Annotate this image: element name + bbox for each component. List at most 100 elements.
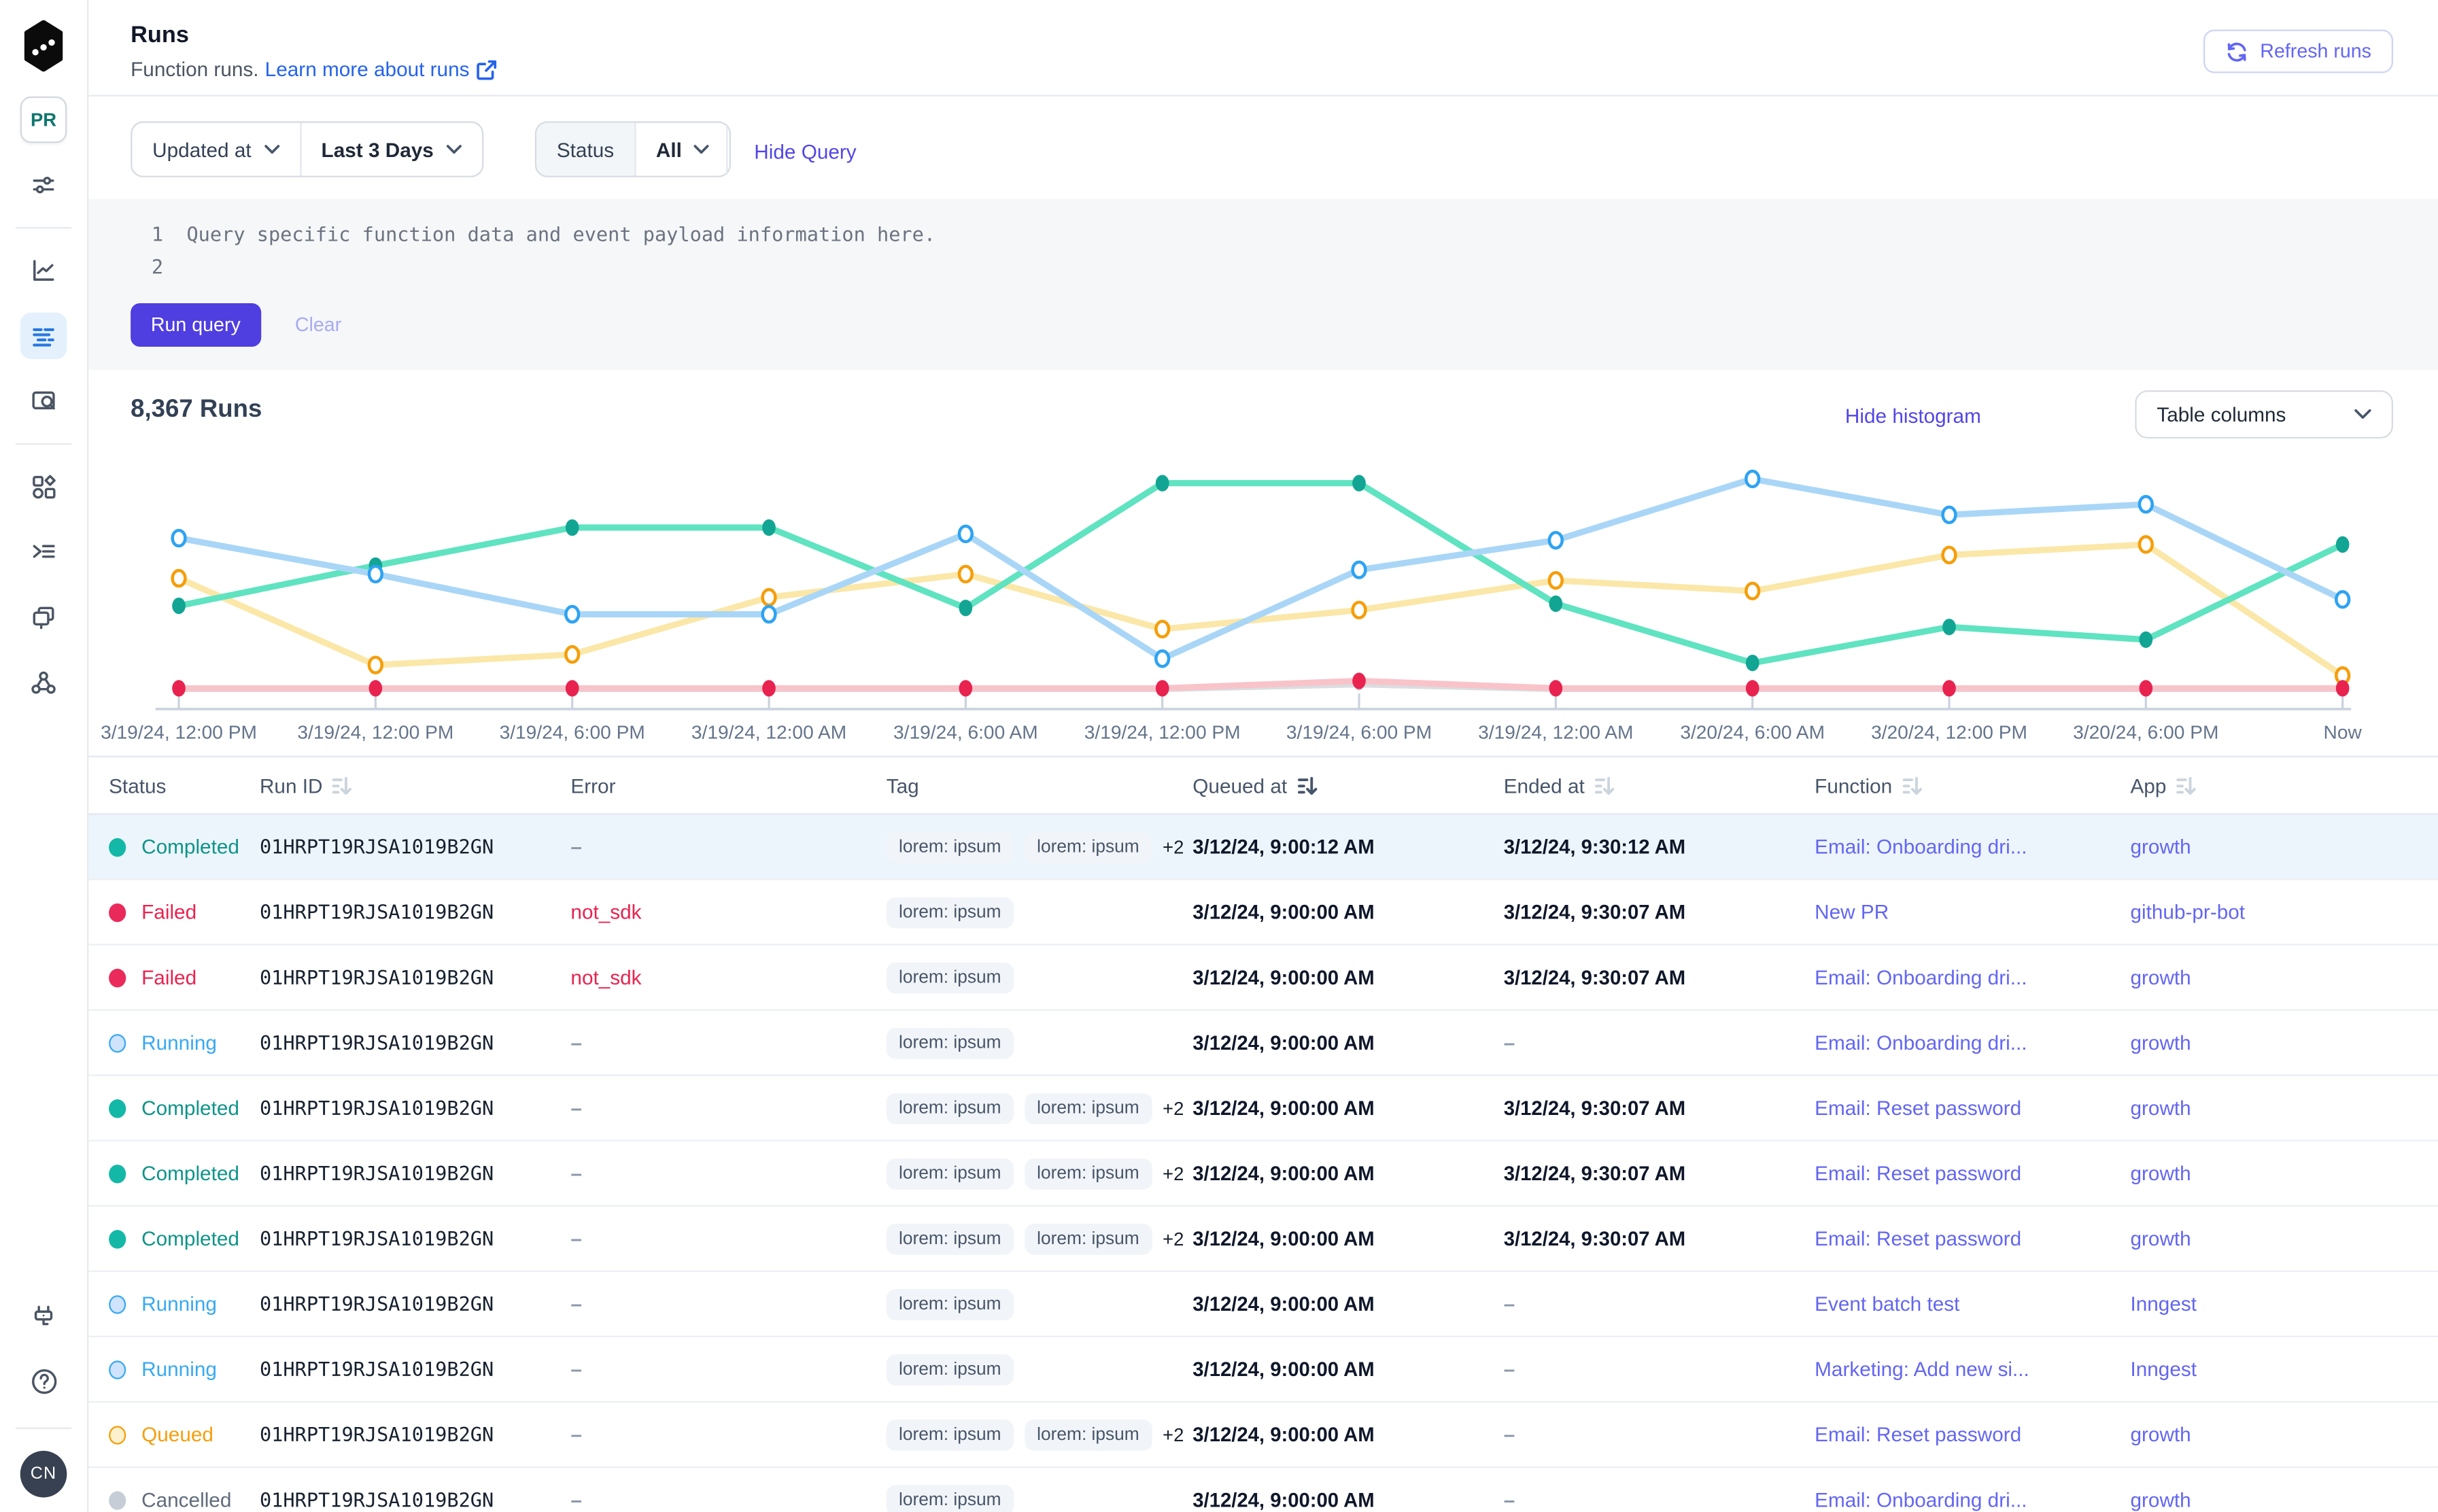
deploys-icon[interactable]: [20, 594, 67, 641]
data-point-running[interactable]: [1746, 471, 1759, 487]
data-point-completed[interactable]: [1156, 475, 1169, 492]
column-header-ended-at[interactable]: Ended at: [1504, 774, 1815, 797]
app-link[interactable]: growth: [2130, 1096, 2191, 1119]
sliders-icon[interactable]: [20, 162, 67, 209]
data-point-queued[interactable]: [1746, 583, 1759, 599]
refresh-runs-button[interactable]: Refresh runs: [2204, 29, 2393, 73]
data-point-queued[interactable]: [1156, 621, 1169, 637]
function-link[interactable]: Email: Reset password: [1815, 1423, 2021, 1446]
user-avatar[interactable]: CN: [20, 1450, 67, 1497]
app-link[interactable]: growth: [2130, 1162, 2191, 1185]
data-point-queued[interactable]: [1353, 602, 1366, 618]
run-row[interactable]: Running01HRPT19RJSA1019B2GN–lorem: ipsum…: [88, 1272, 2438, 1337]
webhook-icon[interactable]: [20, 659, 67, 706]
app-link[interactable]: growth: [2130, 1227, 2191, 1250]
data-point-running[interactable]: [763, 606, 776, 622]
column-header-run-id[interactable]: Run ID: [260, 774, 570, 797]
runs-icon[interactable]: [20, 313, 67, 360]
sort-icon[interactable]: [2176, 774, 2197, 797]
event-search-icon[interactable]: [20, 378, 67, 425]
apps-icon[interactable]: [20, 464, 67, 511]
query-editor[interactable]: 1 Query specific function data and event…: [88, 199, 2438, 371]
run-row[interactable]: Failed01HRPT19RJSA1019B2GNnot_sdklorem: …: [88, 946, 2438, 1011]
data-point-running[interactable]: [369, 566, 382, 582]
data-point-running[interactable]: [2140, 496, 2152, 512]
data-point-failed[interactable]: [369, 680, 383, 696]
field-filter-dropdown[interactable]: Updated at: [132, 123, 299, 176]
workspace-badge[interactable]: PR: [20, 97, 67, 143]
run-row[interactable]: Completed01HRPT19RJSA1019B2GN–lorem: ips…: [88, 1141, 2438, 1207]
data-point-completed[interactable]: [1746, 655, 1759, 671]
app-link[interactable]: Inngest: [2130, 1292, 2197, 1316]
data-point-failed[interactable]: [1352, 672, 1366, 689]
data-point-failed[interactable]: [2336, 680, 2350, 696]
app-link[interactable]: growth: [2130, 1031, 2191, 1054]
data-point-running[interactable]: [2336, 591, 2349, 607]
app-link[interactable]: growth: [2130, 835, 2191, 858]
data-point-running[interactable]: [1353, 562, 1366, 578]
run-row[interactable]: Failed01HRPT19RJSA1019B2GNnot_sdklorem: …: [88, 880, 2438, 946]
data-point-queued[interactable]: [763, 589, 776, 605]
learn-more-link[interactable]: Learn more about runs: [265, 58, 470, 81]
dev-server-icon[interactable]: [20, 1293, 67, 1340]
data-point-completed[interactable]: [2140, 632, 2153, 648]
hide-query-link[interactable]: Hide Query: [754, 140, 856, 163]
function-link[interactable]: Email: Onboarding dri...: [1815, 1488, 2027, 1511]
app-link[interactable]: github-pr-bot: [2130, 900, 2245, 923]
data-point-running[interactable]: [173, 530, 186, 546]
column-header-function[interactable]: Function: [1815, 774, 2130, 797]
data-point-failed[interactable]: [1746, 680, 1759, 696]
data-point-completed[interactable]: [1942, 619, 1956, 635]
data-point-completed[interactable]: [1352, 475, 1366, 492]
data-point-failed[interactable]: [1549, 680, 1563, 696]
data-point-failed[interactable]: [172, 680, 186, 696]
metrics-icon[interactable]: [20, 247, 67, 294]
data-point-failed[interactable]: [1942, 680, 1956, 696]
data-point-completed[interactable]: [1549, 596, 1563, 612]
run-query-button[interactable]: Run query: [131, 303, 260, 347]
data-point-completed[interactable]: [172, 598, 186, 614]
clear-query-button[interactable]: Clear: [295, 314, 341, 336]
data-point-queued[interactable]: [566, 647, 579, 662]
function-link[interactable]: Event batch test: [1815, 1292, 1959, 1316]
function-link[interactable]: New PR: [1815, 900, 1889, 923]
data-point-running[interactable]: [1156, 651, 1169, 666]
app-link[interactable]: growth: [2130, 1488, 2191, 1511]
data-point-running[interactable]: [1549, 532, 1562, 548]
run-row[interactable]: Running01HRPT19RJSA1019B2GN–lorem: ipsum…: [88, 1011, 2438, 1076]
run-row[interactable]: Queued01HRPT19RJSA1019B2GN–lorem: ipsuml…: [88, 1403, 2438, 1468]
app-link[interactable]: growth: [2130, 965, 2191, 989]
events-icon[interactable]: [20, 529, 67, 576]
data-point-failed[interactable]: [566, 680, 579, 696]
app-link[interactable]: Inngest: [2130, 1358, 2197, 1381]
function-link[interactable]: Marketing: Add new si...: [1815, 1358, 2029, 1381]
column-header-queued-at[interactable]: Queued at: [1192, 774, 1503, 797]
data-point-queued[interactable]: [959, 566, 972, 582]
inngest-logo[interactable]: [20, 20, 67, 71]
data-point-completed[interactable]: [762, 519, 776, 536]
data-point-queued[interactable]: [1943, 547, 1956, 563]
run-row[interactable]: Completed01HRPT19RJSA1019B2GN–lorem: ips…: [88, 1076, 2438, 1141]
sort-icon[interactable]: [1594, 774, 1615, 797]
status-filter-dropdown[interactable]: All: [634, 123, 730, 176]
run-row[interactable]: Cancelled01HRPT19RJSA1019B2GN–lorem: ips…: [88, 1468, 2438, 1512]
data-point-running[interactable]: [959, 526, 972, 542]
run-row[interactable]: Completed01HRPT19RJSA1019B2GN–lorem: ips…: [88, 814, 2438, 880]
data-point-queued[interactable]: [369, 657, 382, 673]
sort-icon[interactable]: [332, 774, 354, 797]
data-point-running[interactable]: [566, 606, 579, 622]
data-point-failed[interactable]: [2140, 680, 2153, 696]
run-row[interactable]: Running01HRPT19RJSA1019B2GN–lorem: ipsum…: [88, 1337, 2438, 1403]
function-link[interactable]: Email: Onboarding dri...: [1815, 835, 2027, 858]
function-link[interactable]: Email: Onboarding dri...: [1815, 1031, 2027, 1054]
hide-histogram-link[interactable]: Hide histogram: [1845, 405, 1981, 428]
function-link[interactable]: Email: Reset password: [1815, 1227, 2021, 1250]
data-point-completed[interactable]: [566, 519, 579, 536]
data-point-failed[interactable]: [1156, 680, 1169, 696]
data-point-running[interactable]: [1943, 507, 1956, 523]
data-point-queued[interactable]: [1549, 572, 1562, 588]
data-point-failed[interactable]: [762, 680, 776, 696]
data-point-completed[interactable]: [2336, 536, 2350, 553]
function-link[interactable]: Email: Onboarding dri...: [1815, 965, 2027, 989]
data-point-failed[interactable]: [959, 680, 973, 696]
